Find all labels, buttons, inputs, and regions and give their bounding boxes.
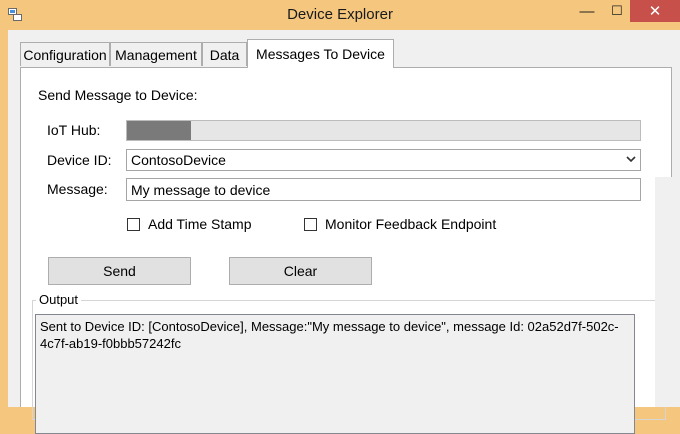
chevron-down-icon [626, 156, 636, 163]
add-timestamp-checkbox[interactable]: Add Time Stamp [127, 216, 252, 232]
clear-button[interactable]: Clear [229, 257, 372, 285]
tab-configuration[interactable]: Configuration [20, 42, 110, 66]
add-timestamp-label: Add Time Stamp [148, 216, 252, 232]
client-area: Configuration Management Data Messages T… [8, 30, 680, 434]
title-bar: Device Explorer — ☐ ✕ [0, 0, 680, 30]
monitor-feedback-checkbox[interactable]: Monitor Feedback Endpoint [304, 216, 496, 232]
device-id-selected-value: ContosoDevice [131, 152, 226, 168]
close-icon[interactable]: ✕ [630, 0, 680, 22]
iot-hub-redacted-value [127, 121, 191, 140]
iot-hub-label: IoT Hub: [47, 122, 101, 138]
section-title: Send Message to Device: [38, 87, 198, 103]
message-input[interactable] [126, 178, 641, 201]
vertical-scrollbar[interactable] [655, 177, 680, 407]
message-label: Message: [47, 181, 108, 197]
device-id-label: Device ID: [47, 152, 112, 168]
minimize-icon[interactable]: — [572, 0, 602, 22]
output-label: Output [36, 292, 82, 307]
tab-messages-to-device[interactable]: Messages To Device [247, 39, 394, 68]
tab-data[interactable]: Data [202, 42, 247, 66]
tab-management[interactable]: Management [110, 42, 202, 66]
maximize-icon[interactable]: ☐ [603, 0, 631, 22]
monitor-feedback-label: Monitor Feedback Endpoint [325, 216, 497, 232]
device-id-dropdown[interactable]: ContosoDevice [126, 149, 641, 171]
checkbox-box[interactable] [304, 217, 317, 231]
checkbox-box[interactable] [127, 217, 140, 231]
output-textbox[interactable]: Sent to Device ID: [ContosoDevice], Mess… [35, 314, 635, 434]
iot-hub-field [126, 120, 641, 141]
send-button[interactable]: Send [48, 257, 191, 285]
